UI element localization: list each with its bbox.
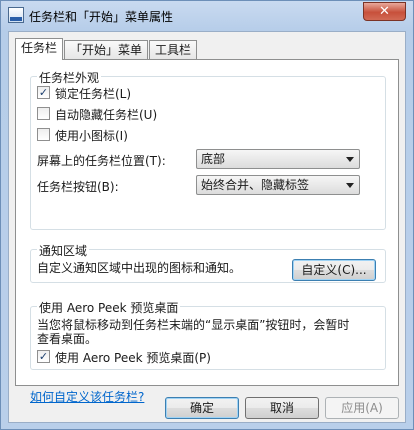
- group-title-aero-peek: 使用 Aero Peek 预览桌面: [37, 299, 181, 316]
- buttons-value: 始终合并、隐藏标签: [201, 178, 310, 192]
- ok-button[interactable]: 确定: [165, 397, 239, 419]
- autohide-checkbox[interactable]: [37, 107, 50, 120]
- notification-description: 自定义通知区域中出现的图标和通知。: [37, 261, 242, 275]
- location-value: 底部: [201, 152, 226, 166]
- cancel-button[interactable]: 取消: [245, 397, 319, 419]
- window-title: 任务栏和「开始」菜单属性: [29, 10, 174, 24]
- autohide-label[interactable]: 自动隐藏任务栏(U): [55, 106, 157, 123]
- dialog-window: 任务栏和「开始」菜单属性 ✕ 任务栏 「开始」菜单 工具栏 任务栏外观 ✓ 锁定…: [0, 0, 414, 430]
- location-label: 屏幕上的任务栏位置(T):: [37, 154, 166, 168]
- small-icons-label[interactable]: 使用小图标(I): [55, 127, 128, 144]
- aero-peek-label[interactable]: 使用 Aero Peek 预览桌面(P): [55, 349, 211, 366]
- group-title-notification: 通知区域: [37, 242, 90, 259]
- chevron-down-icon: [346, 183, 354, 188]
- small-icons-checkbox[interactable]: [37, 128, 50, 141]
- aero-peek-checkbox[interactable]: ✓: [37, 350, 50, 363]
- close-button[interactable]: ✕: [363, 2, 406, 21]
- lock-taskbar-checkbox[interactable]: ✓: [37, 86, 50, 99]
- dialog-client: 任务栏 「开始」菜单 工具栏 任务栏外观 ✓ 锁定任务栏(L) 自动隐藏任务栏(…: [8, 31, 406, 423]
- tab-panel: 任务栏外观 ✓ 锁定任务栏(L) 自动隐藏任务栏(U) 使用小图标(I) 屏幕上…: [15, 59, 399, 404]
- title-bar[interactable]: 任务栏和「开始」菜单属性 ✕: [1, 1, 413, 31]
- taskbar-appearance-group: 任务栏外观 ✓ 锁定任务栏(L) 自动隐藏任务栏(U) 使用小图标(I) 屏幕上…: [30, 69, 386, 230]
- taskbar-app-icon: [8, 7, 24, 23]
- customize-button[interactable]: 自定义(C)...: [292, 259, 376, 281]
- group-title-appearance: 任务栏外观: [37, 69, 102, 86]
- buttons-label: 任务栏按钮(B):: [37, 180, 119, 194]
- location-select[interactable]: 底部: [196, 149, 360, 169]
- aero-peek-description-line2: 查看桌面。: [37, 332, 98, 346]
- chevron-down-icon: [346, 157, 354, 162]
- help-link[interactable]: 如何自定义该任务栏?: [30, 388, 144, 405]
- tab-taskbar[interactable]: 任务栏: [15, 38, 64, 60]
- tab-start-menu[interactable]: 「开始」菜单: [64, 40, 149, 59]
- aero-peek-group: 使用 Aero Peek 预览桌面 当您将鼠标移动到任务栏末端的“显示桌面”按钮…: [30, 299, 386, 370]
- buttons-select[interactable]: 始终合并、隐藏标签: [196, 175, 360, 195]
- apply-button[interactable]: 应用(A): [325, 397, 399, 419]
- tab-toolbars[interactable]: 工具栏: [149, 40, 198, 59]
- lock-taskbar-label[interactable]: 锁定任务栏(L): [55, 85, 131, 102]
